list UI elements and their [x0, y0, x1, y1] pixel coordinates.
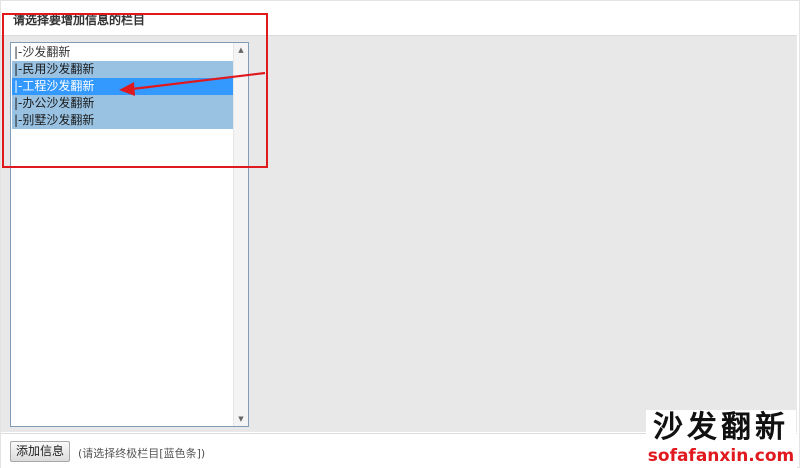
- listbox-scrollbar[interactable]: ▲ ▼: [233, 43, 248, 426]
- category-option-label: |-别墅沙发翻新: [14, 113, 95, 127]
- category-option[interactable]: |-民用沙发翻新: [12, 61, 233, 78]
- triangle-down-icon[interactable]: ▼: [234, 412, 248, 426]
- select-hint-text: (请选择终极栏目[蓝色条]): [78, 447, 206, 460]
- watermark-chinese: 沙发翻新: [653, 410, 789, 445]
- category-option[interactable]: |-别墅沙发翻新: [12, 112, 233, 129]
- category-option-label: |-办公沙发翻新: [14, 96, 95, 110]
- category-option-label: |-民用沙发翻新: [14, 62, 95, 76]
- page-title: 请选择要增加信息的栏目: [13, 13, 146, 27]
- category-option-parent[interactable]: |-沙发翻新: [12, 44, 233, 61]
- category-option-label: |-沙发翻新: [14, 45, 71, 59]
- triangle-up-icon[interactable]: ▲: [234, 43, 248, 57]
- watermark-logo: 沙发翻新 sofafanxin.com: [646, 410, 796, 466]
- category-option-label: |-工程沙发翻新: [14, 79, 95, 93]
- category-option[interactable]: |-办公沙发翻新: [12, 95, 233, 112]
- category-listbox[interactable]: |-沙发翻新 |-民用沙发翻新 |-工程沙发翻新 |-办公沙发翻新 |-别墅沙发…: [10, 42, 249, 427]
- watermark-url: sofafanxin.com: [647, 446, 795, 466]
- page-header: 请选择要增加信息的栏目: [1, 1, 797, 36]
- add-info-button[interactable]: 添加信息: [10, 441, 71, 462]
- category-option-selected[interactable]: |-工程沙发翻新: [12, 78, 233, 95]
